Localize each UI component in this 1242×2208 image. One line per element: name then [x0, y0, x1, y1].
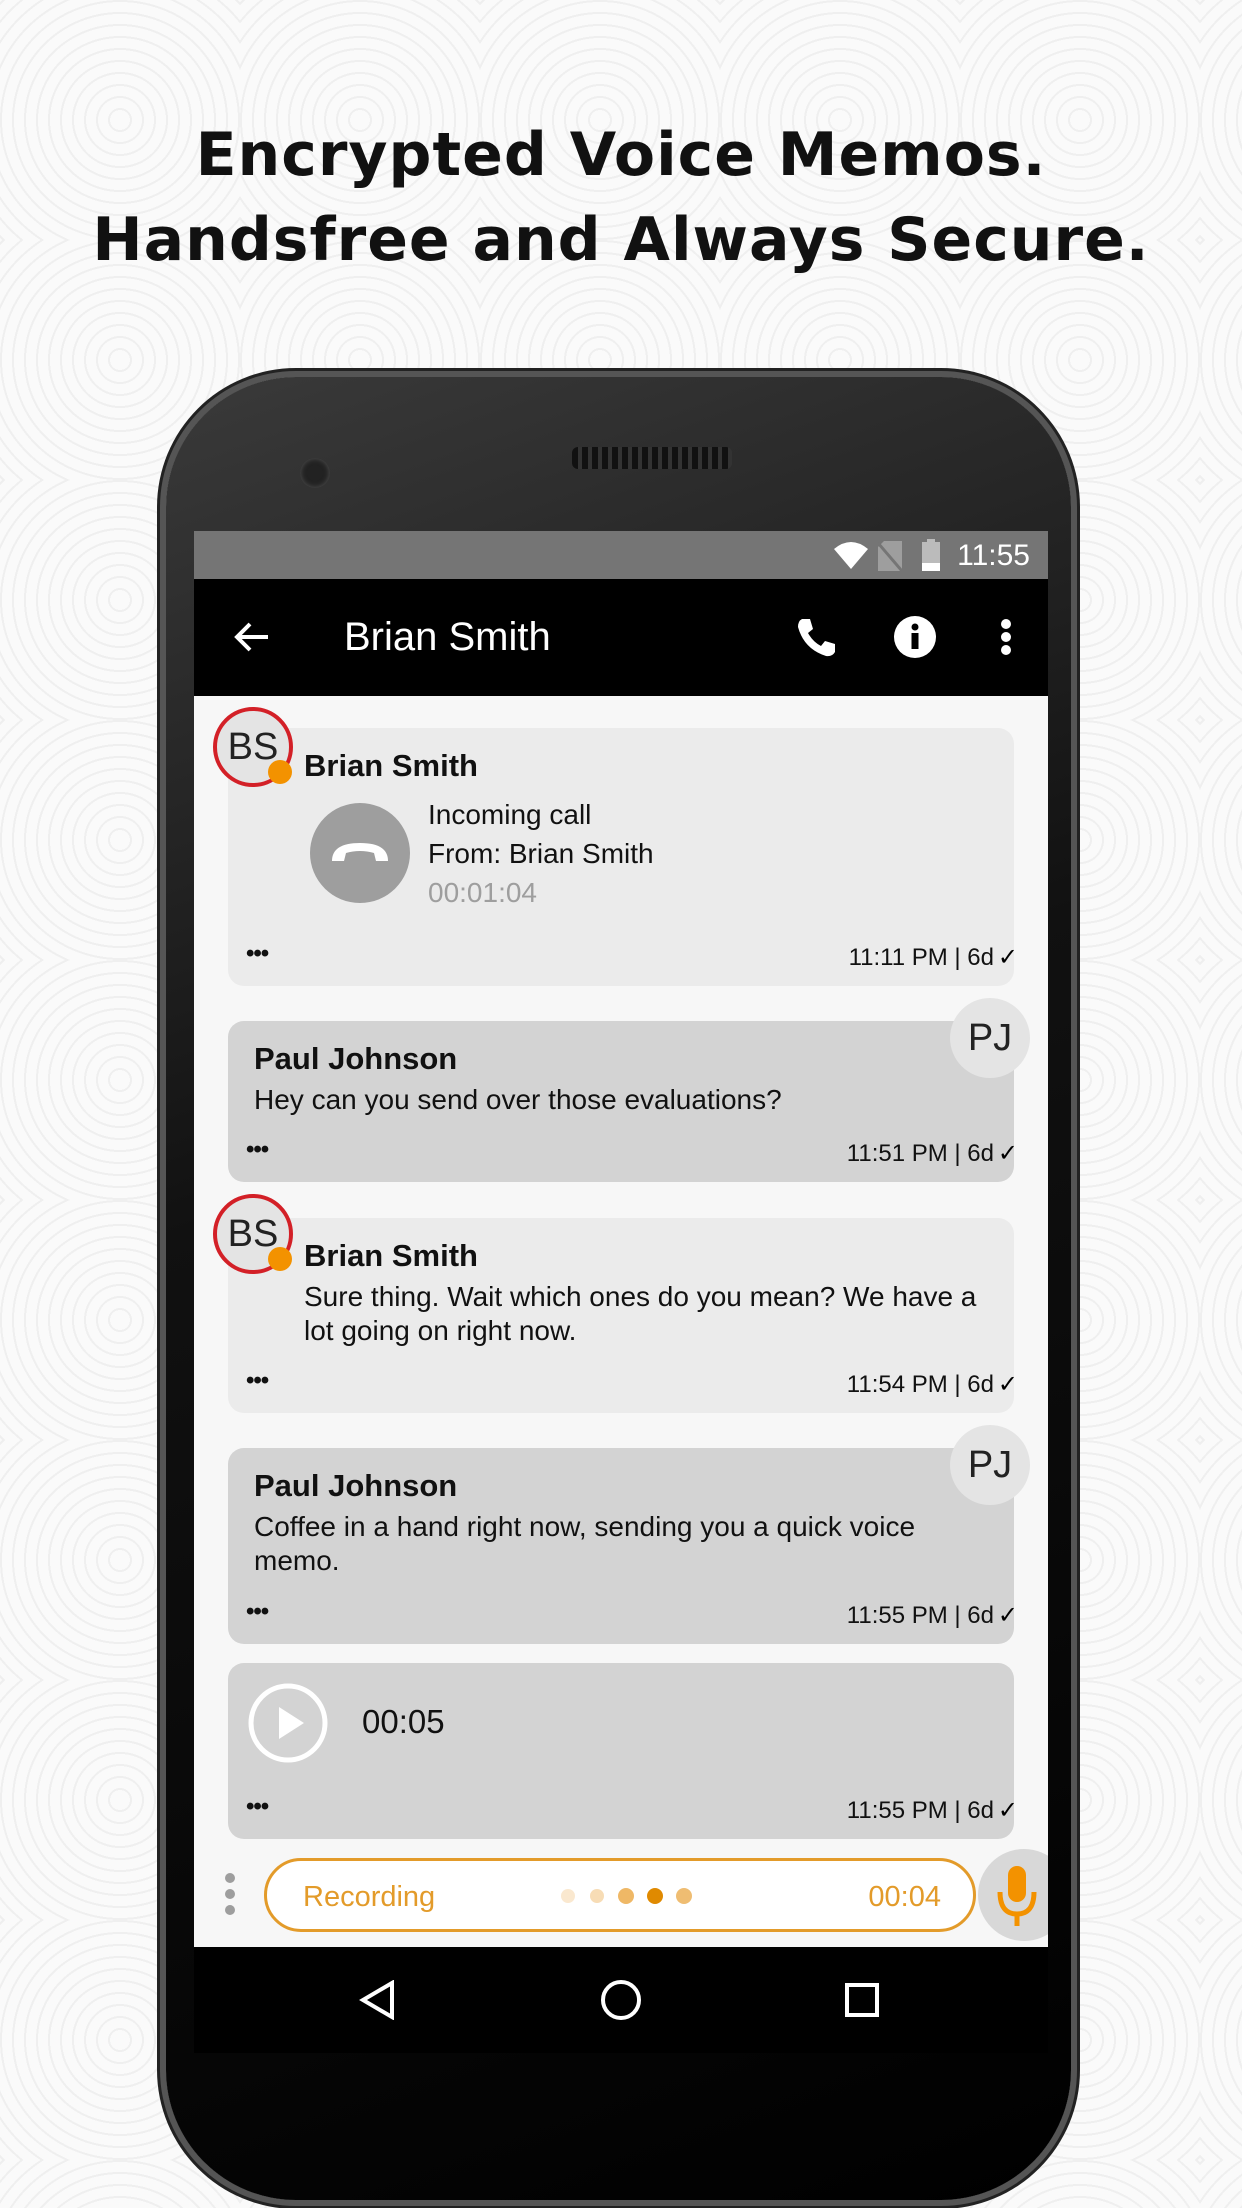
- call-from: From: Brian Smith: [428, 838, 654, 869]
- navigation-bar: [194, 1947, 1048, 2053]
- message-bubble[interactable]: Paul Johnson Coffee in a hand right now,…: [228, 1448, 1018, 1644]
- nav-recents-icon[interactable]: [844, 1982, 880, 2018]
- status-time: 11:55: [957, 539, 1030, 572]
- speaker-grille: [572, 447, 732, 469]
- delivered-check-icon: ✓: [997, 1371, 1018, 1398]
- attach-menu-icon[interactable]: [224, 1872, 236, 1916]
- message-timestamp: 11:55 PM | 6d: [846, 1602, 994, 1629]
- presence-dot: [268, 760, 292, 784]
- message-options-button[interactable]: •••: [246, 1598, 269, 1626]
- delivered-check-icon: ✓: [997, 944, 1018, 971]
- message-text: Coffee in a hand right now, sending you …: [254, 1511, 916, 1576]
- message-timestamp: 11:11 PM | 6d: [848, 944, 994, 971]
- call-duration: 00:01:04: [428, 877, 537, 908]
- delivered-check-icon: ✓: [997, 1140, 1018, 1167]
- level-dot: [561, 1889, 575, 1903]
- recording-field[interactable]: Recording 00:04: [264, 1858, 976, 1932]
- delivered-check-icon: ✓: [997, 1602, 1018, 1629]
- message-text: Hey can you send over those evaluations?: [254, 1084, 782, 1115]
- message-options-button[interactable]: •••: [246, 940, 269, 968]
- microphone-icon[interactable]: [976, 1848, 1048, 1942]
- voice-duration: 00:05: [362, 1703, 445, 1740]
- wifi-icon: [834, 542, 868, 569]
- recording-label: Recording: [303, 1881, 436, 1913]
- message-text: Sure thing. Wait which ones do you mean?…: [304, 1281, 977, 1346]
- message-options-button[interactable]: •••: [246, 1136, 269, 1164]
- sender-name: Brian Smith: [304, 1238, 478, 1273]
- message-options-button[interactable]: •••: [246, 1367, 269, 1395]
- level-dot: [676, 1888, 692, 1904]
- sender-name: Paul Johnson: [254, 1041, 458, 1076]
- info-icon[interactable]: [894, 616, 936, 658]
- message-timestamp: 11:51 PM | 6d: [846, 1140, 994, 1167]
- message-options-button[interactable]: •••: [246, 1793, 269, 1821]
- conversation-title: Brian Smith: [344, 615, 551, 659]
- recording-level-indicator: [561, 1888, 692, 1904]
- level-dot: [590, 1889, 604, 1903]
- message-timestamp: 11:54 PM | 6d: [846, 1371, 994, 1398]
- nav-home-icon[interactable]: [600, 1979, 642, 2021]
- call-label: Incoming call: [428, 799, 592, 830]
- phone-screen: 11:55 Brian Smith Brian Smith Incoming c…: [194, 531, 1048, 2053]
- nav-back-icon[interactable]: [359, 1980, 395, 2020]
- composer-bar: Recording 00:04: [194, 1842, 1048, 1947]
- sender-name: Brian Smith: [304, 748, 478, 783]
- status-bar: 11:55: [194, 531, 1048, 579]
- avatar[interactable]: PJ: [950, 998, 1030, 1078]
- app-bar: Brian Smith: [194, 579, 1048, 696]
- avatar[interactable]: PJ: [950, 1425, 1030, 1505]
- battery-icon: [922, 539, 940, 571]
- message-bubble[interactable]: Brian Smith Incoming call From: Brian Sm…: [228, 728, 1018, 986]
- more-vert-icon[interactable]: [1000, 619, 1012, 655]
- recording-elapsed: 00:04: [868, 1881, 941, 1913]
- message-bubble[interactable]: Paul Johnson Hey can you send over those…: [228, 1021, 1018, 1182]
- play-icon[interactable]: [248, 1683, 328, 1763]
- phone-icon[interactable]: [796, 617, 836, 657]
- headline-line2: Handsfree and Always Secure.: [92, 205, 1150, 275]
- camera: [300, 458, 330, 488]
- sender-name: Paul Johnson: [254, 1468, 458, 1503]
- back-arrow-icon[interactable]: [234, 621, 270, 653]
- delivered-check-icon: ✓: [997, 1797, 1018, 1824]
- message-bubble[interactable]: Brian Smith Sure thing. Wait which ones …: [228, 1218, 1018, 1413]
- presence-dot: [268, 1247, 292, 1271]
- message-timestamp: 11:55 PM | 6d: [846, 1797, 994, 1824]
- call-ended-icon: [310, 803, 410, 903]
- level-dot: [618, 1888, 634, 1904]
- level-dot: [647, 1888, 663, 1904]
- headline-line1: Encrypted Voice Memos.: [195, 120, 1047, 190]
- no-sim-icon: [878, 541, 902, 571]
- voice-memo-bubble[interactable]: 00:05 ••• 11:55 PM | 6d ✓: [228, 1663, 1018, 1839]
